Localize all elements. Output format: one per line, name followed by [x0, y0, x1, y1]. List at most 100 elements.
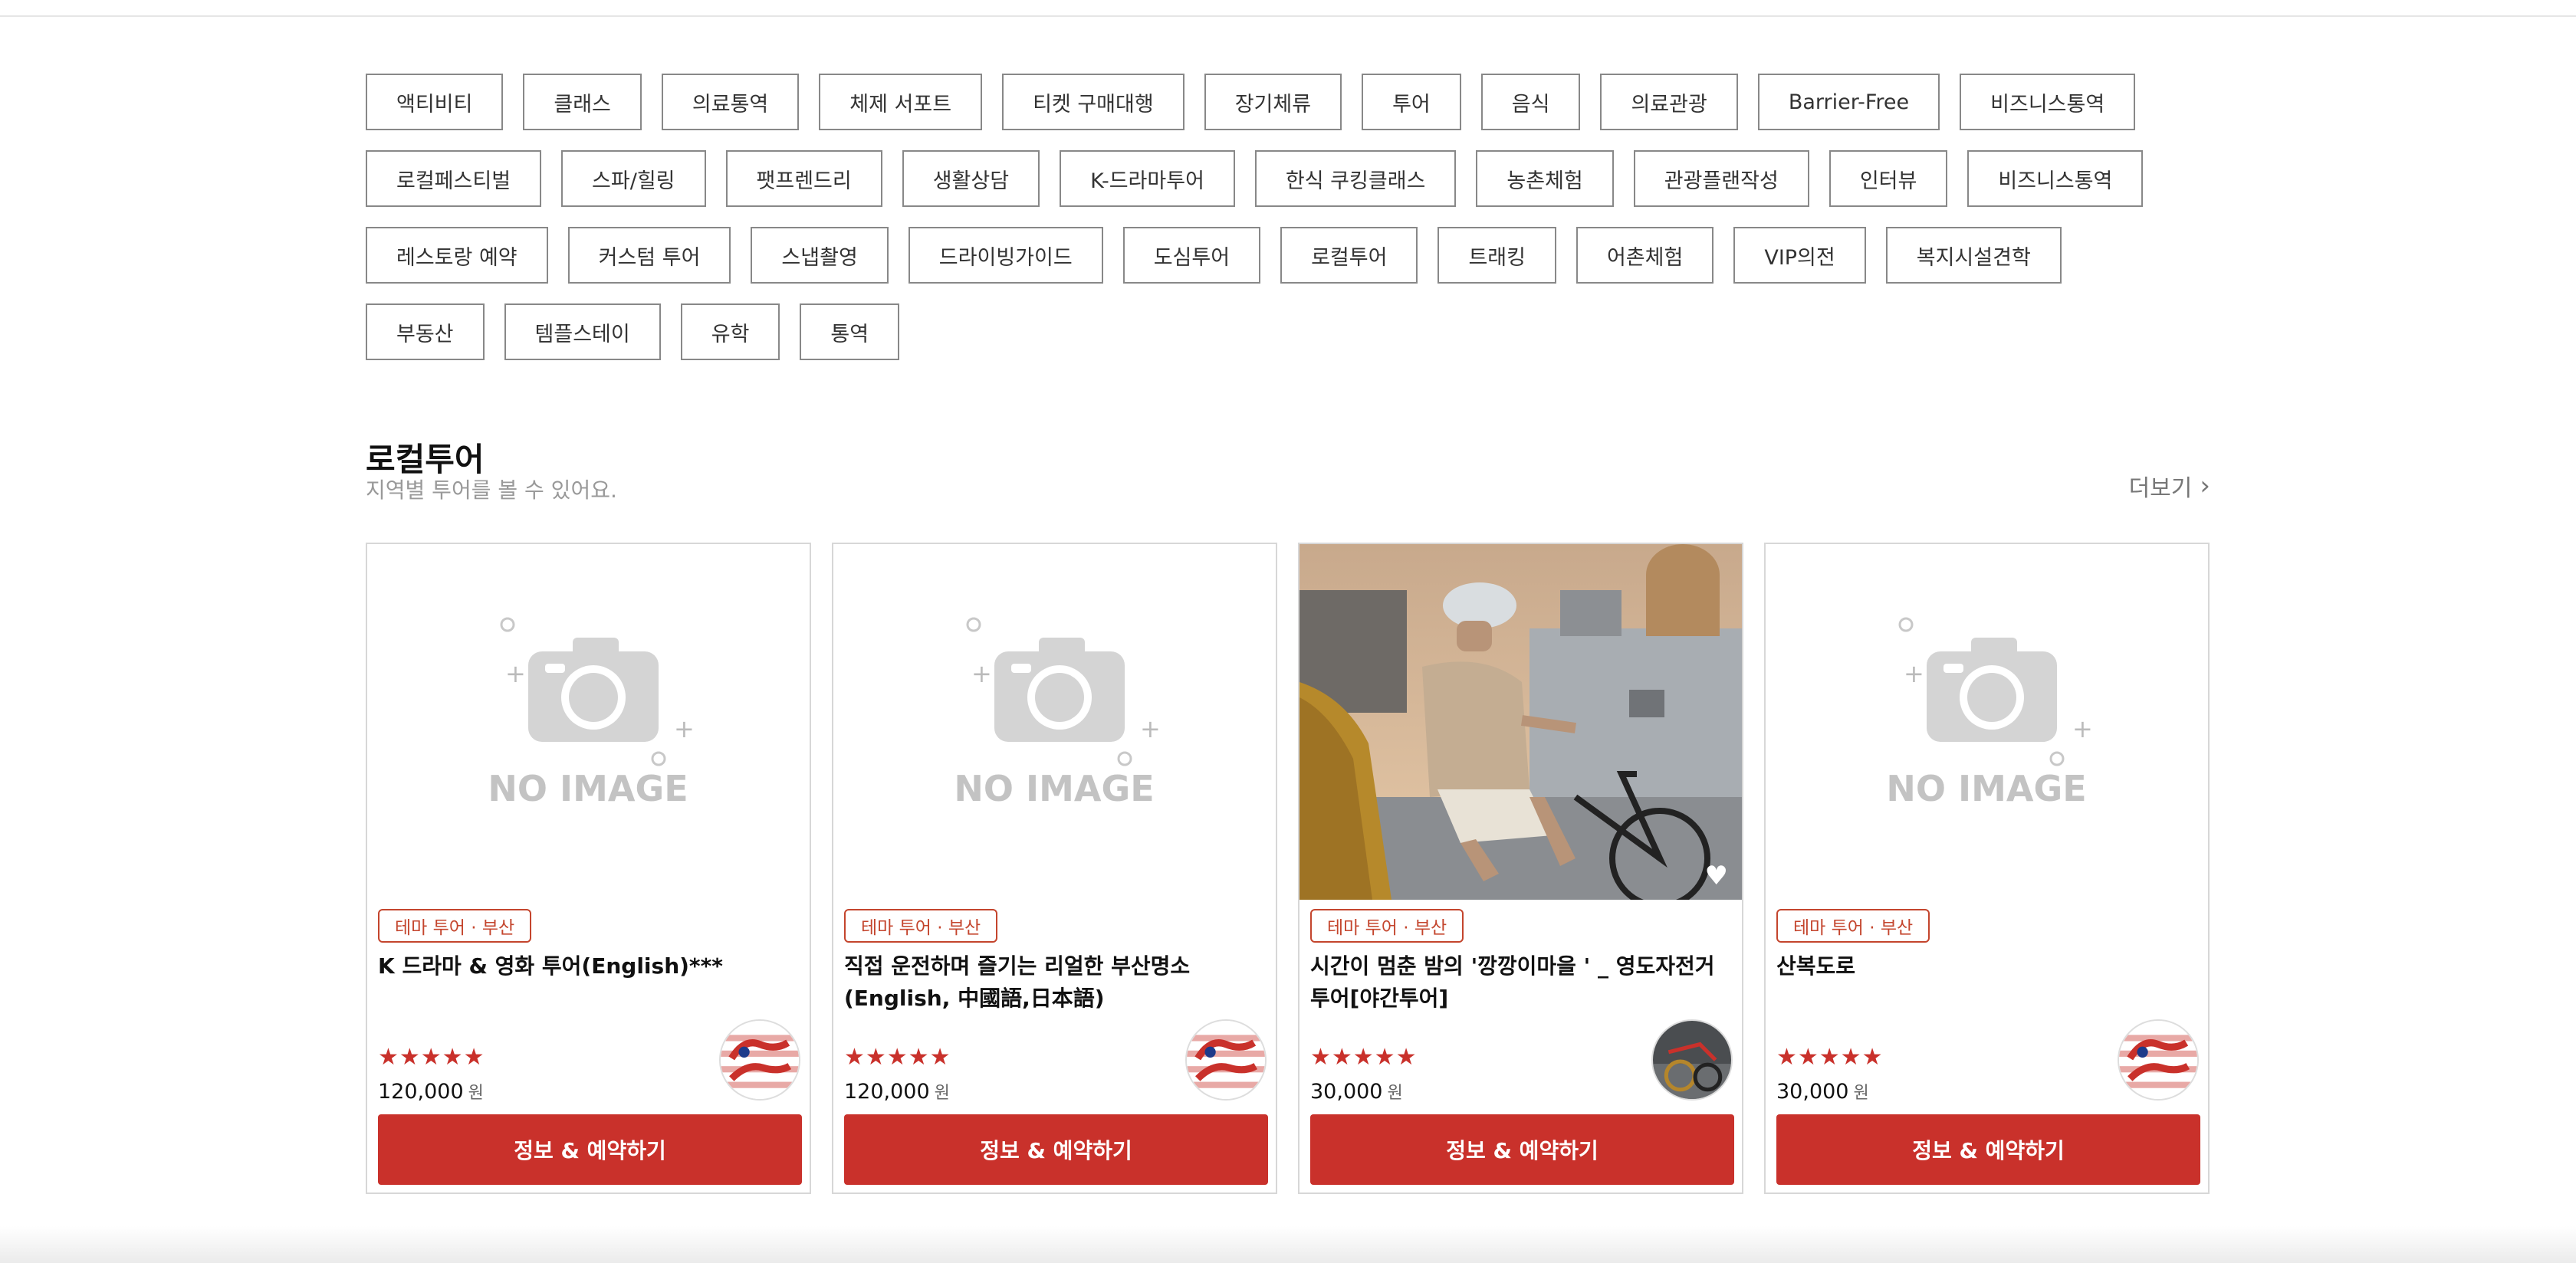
tour-card[interactable]: + + NO IMAGE 테마 투어 · 부산 K 드라마 & 영화 투어(En… — [366, 543, 811, 1194]
guide-avatar — [1651, 1019, 1733, 1101]
reserve-button[interactable]: 정보 & 예약하기 — [1310, 1114, 1734, 1185]
category-button[interactable]: K-드라마투어 — [1060, 150, 1235, 207]
card-image: + + NO IMAGE — [367, 544, 810, 900]
price-value: 120,000 — [844, 1080, 930, 1104]
category-button[interactable]: 로컬페스티벌 — [366, 150, 542, 207]
no-image-text: NO IMAGE — [954, 768, 1154, 809]
currency-label: 원 — [1853, 1084, 1869, 1103]
category-filter-grid: 액티비티 클래스 의료통역 체제 서포트 티켓 구매대행 장기체류 투어 음식 … — [366, 74, 2206, 380]
section-subtitle: 지역별 투어를 볼 수 있어요. — [366, 477, 617, 503]
category-button[interactable]: 스냅촬영 — [751, 227, 889, 284]
currency-label: 원 — [468, 1084, 484, 1103]
no-image-text: NO IMAGE — [488, 768, 688, 809]
tour-card-list: + + NO IMAGE 테마 투어 · 부산 K 드라마 & 영화 투어(En… — [366, 543, 2210, 1194]
category-row: 부동산 템플스테이 유학 통역 — [366, 303, 2206, 360]
category-button[interactable]: Barrier-Free — [1757, 74, 1940, 130]
category-button[interactable]: 의료통역 — [661, 74, 800, 130]
svg-text:+: + — [1904, 659, 1924, 688]
category-button[interactable]: 통역 — [800, 303, 900, 360]
category-button[interactable]: 인터뷰 — [1829, 150, 1948, 207]
category-button[interactable]: 투어 — [1362, 74, 1461, 130]
category-button[interactable]: 클래스 — [523, 74, 642, 130]
currency-label: 원 — [1387, 1084, 1403, 1103]
korea-guide-logo-icon — [1185, 1019, 1267, 1101]
category-button[interactable]: 관광플랜작성 — [1633, 150, 1809, 207]
chevron-right-icon: › — [2200, 471, 2210, 501]
category-button[interactable]: 장기체류 — [1204, 74, 1342, 130]
top-header-bar — [0, 0, 2576, 17]
svg-text:+: + — [505, 659, 526, 688]
reserve-button[interactable]: 정보 & 예약하기 — [844, 1114, 1268, 1185]
category-button[interactable]: VIP의전 — [1733, 227, 1866, 284]
price: 120,000 원 — [378, 1079, 484, 1104]
category-button[interactable]: 어촌체험 — [1576, 227, 1714, 284]
category-button[interactable]: 트래킹 — [1438, 227, 1556, 284]
no-image-text: NO IMAGE — [1886, 768, 2086, 809]
price-value: 30,000 — [1776, 1080, 1849, 1104]
heart-icon[interactable]: ♥ — [1705, 863, 1728, 889]
category-button[interactable]: 스파/힐링 — [561, 150, 706, 207]
reserve-button[interactable]: 정보 & 예약하기 — [378, 1114, 802, 1185]
cyclist-photo — [1300, 544, 1742, 900]
category-button[interactable]: 도심투어 — [1122, 227, 1261, 284]
card-title[interactable]: K 드라마 & 영화 투어(English)*** — [378, 950, 792, 983]
category-button[interactable]: 한식 쿠킹클래스 — [1254, 150, 1457, 207]
tour-card[interactable]: ♥ 테마 투어 · 부산 시간이 멈춘 밤의 '깡깡이마을 ' _ 영도자전거투… — [1298, 543, 1743, 1194]
svg-text:+: + — [971, 659, 992, 688]
category-button[interactable]: 커스텀 투어 — [567, 227, 731, 284]
rating-stars: ★★★★★ — [1310, 1044, 1418, 1071]
category-button[interactable]: 유학 — [680, 303, 780, 360]
reserve-button[interactable]: 정보 & 예약하기 — [1776, 1114, 2200, 1185]
price-value: 120,000 — [378, 1080, 464, 1104]
category-tag: 테마 투어 · 부산 — [1310, 909, 1464, 943]
category-button[interactable]: 티켓 구매대행 — [1002, 74, 1184, 130]
currency-label: 원 — [934, 1084, 950, 1103]
category-button[interactable]: 복지시설견학 — [1885, 227, 2062, 284]
more-link[interactable]: 더보기 › — [2129, 469, 2210, 503]
price: 30,000 원 — [1776, 1079, 1869, 1104]
category-button[interactable]: 드라이빙가이드 — [908, 227, 1103, 284]
category-button[interactable]: 의료관광 — [1600, 74, 1738, 130]
card-title[interactable]: 산복도로 — [1776, 950, 2190, 983]
card-image: ♥ — [1300, 544, 1742, 900]
svg-text:+: + — [674, 714, 695, 743]
price: 30,000 원 — [1310, 1079, 1403, 1104]
no-image-placeholder-icon: + + NO IMAGE — [954, 617, 1161, 809]
category-button[interactable]: 체제 서포트 — [819, 74, 983, 130]
svg-text:+: + — [2072, 714, 2093, 743]
category-row: 로컬페스티벌 스파/힐링 팻프렌드리 생활상담 K-드라마투어 한식 쿠킹클래스… — [366, 150, 2206, 207]
category-button[interactable]: 레스토랑 예약 — [366, 227, 548, 284]
rating-stars: ★★★★★ — [1776, 1044, 1884, 1071]
card-image: + + NO IMAGE — [833, 544, 1276, 900]
category-button[interactable]: 음식 — [1480, 74, 1581, 130]
category-button[interactable]: 로컬투어 — [1280, 227, 1418, 284]
svg-text:+: + — [1140, 714, 1161, 743]
korea-guide-logo-icon — [719, 1019, 800, 1101]
category-button[interactable]: 템플스테이 — [504, 303, 661, 360]
tour-card[interactable]: + + NO IMAGE 테마 투어 · 부산 산복도로 ★★★★★ 30,00… — [1764, 543, 2210, 1194]
category-button[interactable]: 생활상담 — [902, 150, 1040, 207]
price-value: 30,000 — [1310, 1080, 1383, 1104]
category-button[interactable]: 농촌체험 — [1476, 150, 1614, 207]
category-tag: 테마 투어 · 부산 — [844, 909, 998, 943]
no-image-placeholder-icon: + + NO IMAGE — [1886, 617, 2093, 809]
tour-card[interactable]: + + NO IMAGE 테마 투어 · 부산 직접 운전하며 즐기는 리얼한 … — [832, 543, 1277, 1194]
category-button[interactable]: 비즈니스통역 — [1967, 150, 2144, 207]
category-button[interactable]: 액티비티 — [366, 74, 504, 130]
card-image: + + NO IMAGE — [1766, 544, 2208, 900]
footer-shadow — [0, 1226, 2576, 1263]
category-button[interactable]: 부동산 — [366, 303, 485, 360]
more-link-label: 더보기 — [2128, 475, 2193, 502]
rating-stars: ★★★★★ — [844, 1044, 951, 1071]
category-row: 레스토랑 예약 커스텀 투어 스냅촬영 드라이빙가이드 도심투어 로컬투어 트래… — [366, 227, 2206, 284]
category-row: 액티비티 클래스 의료통역 체제 서포트 티켓 구매대행 장기체류 투어 음식 … — [366, 74, 2206, 130]
category-button[interactable]: 비즈니스통역 — [1960, 74, 2136, 130]
category-button[interactable]: 팻프렌드리 — [725, 150, 882, 207]
card-title[interactable]: 직접 운전하며 즐기는 리얼한 부산명소(English, 中國語,日本語) — [844, 950, 1258, 1015]
price: 120,000 원 — [844, 1079, 950, 1104]
category-tag: 테마 투어 · 부산 — [1776, 909, 1930, 943]
category-tag: 테마 투어 · 부산 — [378, 909, 532, 943]
rating-stars: ★★★★★ — [378, 1044, 485, 1071]
card-title[interactable]: 시간이 멈춘 밤의 '깡깡이마을 ' _ 영도자전거투어[야간투어] — [1310, 950, 1724, 1015]
no-image-placeholder-icon: + + NO IMAGE — [488, 617, 695, 809]
